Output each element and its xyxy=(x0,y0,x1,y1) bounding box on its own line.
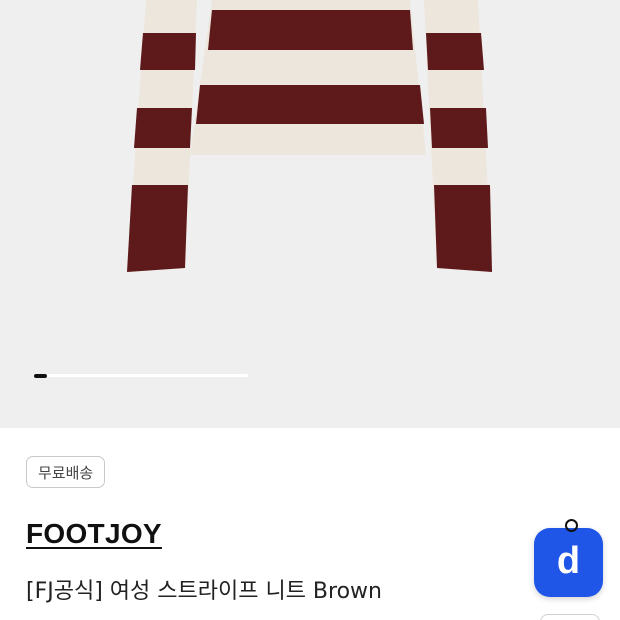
product-info-section: 무료배송 FOOTJOY [FJ공식] 여성 스트라이프 니트 Brown d xyxy=(0,428,620,620)
brand-link[interactable]: FOOTJOY xyxy=(26,518,162,550)
free-shipping-badge: 무료배송 xyxy=(26,456,106,488)
product-photo-striped-knit xyxy=(127,0,492,272)
sweater-body xyxy=(190,0,426,155)
app-logo-d-icon: d xyxy=(556,540,581,582)
carousel-progress-bar xyxy=(34,373,248,378)
right-sleeve xyxy=(424,0,492,272)
partial-button[interactable] xyxy=(540,614,600,620)
product-image-carousel[interactable] xyxy=(0,0,620,428)
left-sleeve xyxy=(127,0,197,272)
product-title: [FJ공식] 여성 스트라이프 니트 Brown xyxy=(26,579,382,604)
product-detail-page: 무료배송 FOOTJOY [FJ공식] 여성 스트라이프 니트 Brown d xyxy=(0,0,620,620)
floating-app-button[interactable]: d xyxy=(534,519,603,597)
carousel-progress-indicator xyxy=(34,373,47,378)
